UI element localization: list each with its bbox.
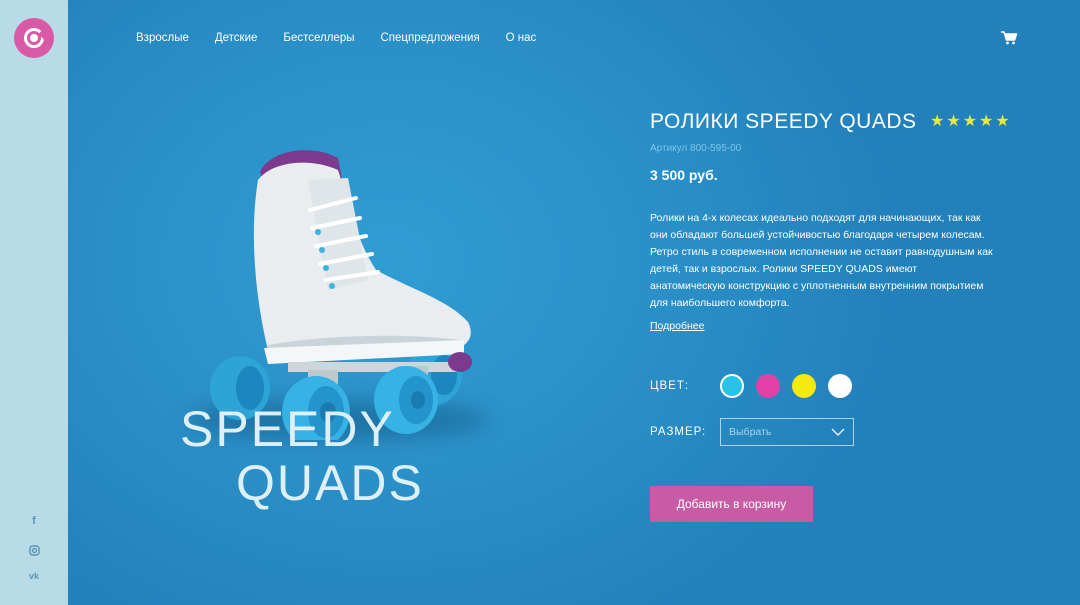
star-icon: ★ [946,113,961,130]
size-select-value: Выбрать [729,426,772,438]
size-select[interactable]: Выбрать [720,418,854,446]
size-label: РАЗМЕР: [650,426,707,438]
color-swatch[interactable] [792,374,816,398]
color-swatches [720,374,864,398]
top-nav: Взрослые Детские Бестселлеры Спецпредлож… [136,32,562,44]
star-icon: ★ [930,113,945,130]
star-icon: ★ [962,113,978,130]
star-icon: ★ [979,113,994,130]
nav-item-adults[interactable]: Взрослые [136,32,189,44]
star-icon: ★ [995,113,1010,130]
rating-stars: ★ ★ ★ ★ ★ [930,112,1012,132]
instagram-icon[interactable] [24,541,44,559]
nav-item-kids[interactable]: Детские [215,32,258,44]
vk-icon[interactable]: vk [24,567,44,585]
nav-item-about[interactable]: О нас [506,32,537,44]
color-swatch[interactable] [756,374,780,398]
product-sku: Артикул 800-595-00 [650,143,742,154]
main-area: Взрослые Детские Бестселлеры Спецпредлож… [68,0,1080,605]
cart-icon[interactable] [1000,30,1018,46]
logo-icon[interactable] [14,18,54,58]
product-description: Ролики на 4-х колесах идеально подходят … [650,212,993,309]
nav-item-special-offers[interactable]: Спецпредложения [380,32,479,44]
hero-brand-line1: SPEEDY [180,401,395,457]
add-to-cart-button[interactable]: Добавить в корзину [650,486,813,522]
facebook-icon[interactable]: f [24,512,44,530]
nav-item-bestsellers[interactable]: Бестселлеры [283,32,354,44]
more-link[interactable]: Подробнее [650,320,704,332]
chevron-down-icon [831,428,845,436]
color-swatch[interactable] [720,374,744,398]
color-label: ЦВЕТ: [650,380,690,392]
hero-brand-line2: QUADS [236,455,424,511]
hero-brand-title: SPEEDY QUADS [180,402,424,510]
product-title: РОЛИКИ SPEEDY QUADS [650,110,917,133]
roller-skate-image [210,150,472,440]
side-bar: f vk [0,0,68,605]
color-swatch[interactable] [828,374,852,398]
product-price: 3 500 руб. [650,167,718,183]
